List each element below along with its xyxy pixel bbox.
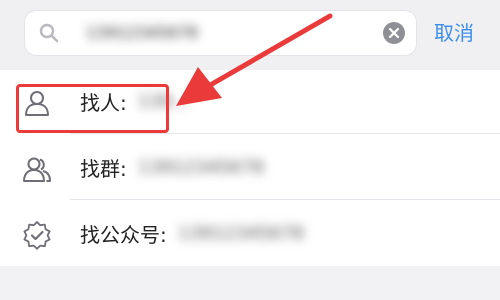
pointer-arrow-icon xyxy=(176,13,333,106)
